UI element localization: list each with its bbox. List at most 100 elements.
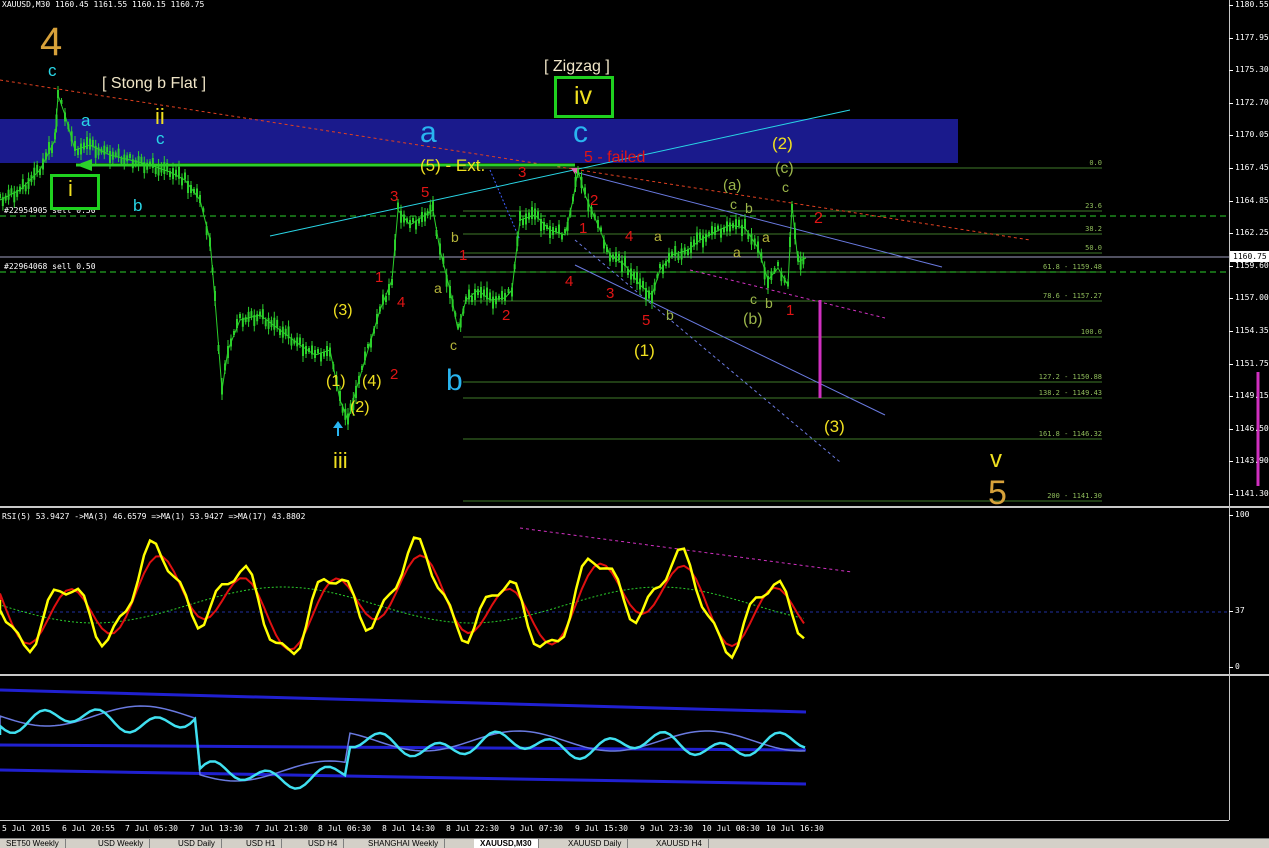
candle-body [454,312,457,317]
candle-body [89,138,91,150]
candle-body [760,252,763,260]
wave-label: iv [574,82,593,110]
candle-body [358,376,360,384]
candle-body [323,351,325,357]
candle-body [163,162,166,174]
candle-body [705,233,707,242]
fib-label: 61.8 - 1159.48 [1042,263,1102,271]
candle-body [276,319,279,328]
candle-body [376,314,378,324]
candle-body [435,230,438,236]
candle-body [802,256,805,265]
candle-body [39,169,41,175]
candle-body [267,317,270,329]
candle-body [409,220,411,228]
candle-body [693,239,695,247]
candle-body [94,145,97,158]
candle-body [111,151,114,160]
candle-body [64,112,66,122]
candle-body [347,413,349,425]
candle-body [696,232,698,245]
wave-label: (1) [326,373,346,390]
candle-body [74,141,76,151]
current-price-label: 1160.75 [1230,251,1269,262]
time-label: 9 Jul 15:30 [575,824,628,833]
candle-body [211,267,214,273]
wave-label: 1 [459,247,468,264]
candle-body [687,249,689,255]
candle-body [549,226,551,238]
candle-body [106,147,109,153]
candle-body [577,169,579,175]
candle-body [564,229,566,233]
candle-body [457,324,459,328]
candle-body [451,299,454,308]
candle-body [7,189,10,200]
candle-body [711,226,713,236]
wave-label: (4) [362,373,382,390]
wave-label: (b) [743,311,763,328]
wave-label: (2) [350,399,370,416]
candle-body [555,228,557,232]
candle-body [214,291,216,301]
candle-body [311,345,313,355]
candle-body [424,212,426,222]
candle-body [618,254,620,260]
candle-body [80,143,82,155]
wave-label: iii [333,448,348,473]
candle-body [143,162,146,174]
wave-label: c [782,179,789,195]
rsi-trendline [519,527,853,573]
candle-body [429,204,432,215]
time-label: 10 Jul 08:30 [702,824,760,833]
candle-body [799,257,802,270]
candle-body [717,225,719,230]
candle-body [60,100,63,104]
fib-label: 127.2 - 1150.88 [1038,373,1102,381]
wave-label: [ Zigzag ] [544,58,610,75]
wave-label: 3 [518,164,527,181]
wave-label: (a) [723,177,742,194]
wave-label: c [450,337,457,353]
candle-body [55,114,58,127]
candle-body [70,131,73,142]
wave-label: a [81,111,91,130]
time-label: 8 Jul 14:30 [382,824,435,833]
candle-body [154,168,157,174]
candle-body [187,181,189,193]
candle-body [344,408,347,420]
wave-label: 2 [814,210,823,227]
candle-body [120,158,123,164]
candle-body [97,147,100,156]
candle-body [415,220,417,230]
candle-body [714,227,716,235]
candle-body [129,154,131,158]
wave-label: (3) [333,302,353,319]
order-label[interactable]: #22964068 sell 0.50 [4,262,96,271]
candle-body [726,221,728,232]
candle-body [169,171,171,177]
price-tick: 1149.15 [1229,391,1269,401]
candle-body [519,211,521,221]
candle-body [580,177,583,188]
candle-body [783,277,786,283]
candle-body [19,186,21,192]
fib-label: 100.0 [1080,328,1102,336]
time-label: 9 Jul 07:30 [510,824,563,833]
candle-body [690,242,692,253]
candle-body [639,278,641,290]
candle-body [261,309,264,320]
candle-body [528,212,530,220]
candle-body [293,339,296,344]
rsi-tick: 37 [1229,606,1245,615]
wave-label: 4 [397,294,406,311]
candle-body [459,318,462,328]
rsi-line [0,536,805,660]
candle-body [504,293,506,301]
candle-body [339,391,341,401]
candle-body [741,224,743,236]
candle-body [264,320,267,327]
candle-body [253,314,256,326]
candle-body [750,233,753,245]
candle-body [477,289,479,295]
